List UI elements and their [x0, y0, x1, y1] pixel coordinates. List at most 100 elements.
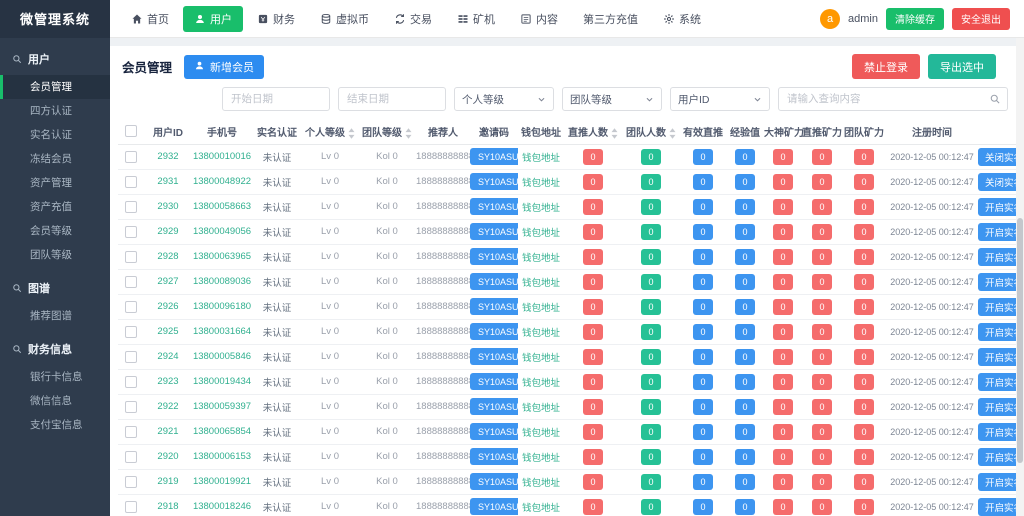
realname-toggle-button[interactable]: 开启实名: [978, 273, 1016, 291]
user-id-link[interactable]: 2922: [157, 401, 178, 412]
phone-link[interactable]: 13800063965: [193, 251, 251, 262]
wallet-address-link[interactable]: 钱包地址: [522, 278, 560, 289]
nav-item-home[interactable]: 首页: [120, 6, 180, 32]
search-icon[interactable]: [989, 92, 1001, 110]
invite-code-badge[interactable]: SY10ASUE: [470, 273, 518, 290]
phone-link[interactable]: 13800031664: [193, 326, 251, 337]
clear-cache-button[interactable]: 清除缓存: [886, 8, 944, 30]
realname-toggle-button[interactable]: 开启实名: [978, 398, 1016, 416]
invite-code-badge[interactable]: SY10ASUE: [470, 248, 518, 265]
row-checkbox[interactable]: [125, 451, 137, 463]
wallet-address-link[interactable]: 钱包地址: [522, 228, 560, 239]
wallet-address-link[interactable]: 钱包地址: [522, 453, 560, 464]
ban-login-button[interactable]: 禁止登录: [852, 54, 920, 79]
user-id-link[interactable]: 2927: [157, 276, 178, 287]
sidebar-section-header-1[interactable]: 图谱: [0, 267, 110, 304]
user-id-link[interactable]: 2924: [157, 351, 178, 362]
column-header[interactable]: 直推人数: [564, 119, 622, 144]
wallet-address-link[interactable]: 钱包地址: [522, 478, 560, 489]
invite-code-badge[interactable]: SY10ASUE: [470, 498, 518, 515]
sidebar-item[interactable]: 微信信息: [0, 389, 110, 413]
realname-toggle-button[interactable]: 开启实名: [978, 223, 1016, 241]
realname-toggle-button[interactable]: 开启实名: [978, 498, 1016, 516]
user-id-link[interactable]: 2918: [157, 501, 178, 512]
user-id-link[interactable]: 2919: [157, 476, 178, 487]
sidebar-item[interactable]: 推荐图谱: [0, 304, 110, 328]
sidebar-section-header-2[interactable]: 财务信息: [0, 328, 110, 365]
row-checkbox[interactable]: [125, 226, 137, 238]
wallet-address-link[interactable]: 钱包地址: [522, 328, 560, 339]
sort-icon[interactable]: [669, 128, 676, 139]
user-id-link[interactable]: 2930: [157, 201, 178, 212]
invite-code-badge[interactable]: SY10ASUE: [470, 373, 518, 390]
nav-item-third-party-recharge[interactable]: 第三方充值: [572, 6, 649, 32]
row-checkbox[interactable]: [125, 376, 137, 388]
user-id-link[interactable]: 2929: [157, 226, 178, 237]
row-checkbox[interactable]: [125, 401, 137, 413]
sort-icon[interactable]: [405, 128, 412, 139]
sidebar-item[interactable]: 四方认证: [0, 99, 110, 123]
avatar[interactable]: a: [820, 9, 840, 29]
phone-link[interactable]: 13800019921: [193, 476, 251, 487]
sort-icon[interactable]: [611, 128, 618, 139]
column-header[interactable]: 团队等级: [358, 119, 416, 144]
sidebar-item[interactable]: 团队等级: [0, 243, 110, 267]
wallet-address-link[interactable]: 钱包地址: [522, 178, 560, 189]
invite-code-badge[interactable]: SY10ASUE: [470, 423, 518, 440]
phone-link[interactable]: 13800010016: [193, 151, 251, 162]
nav-item-finance[interactable]: 财务: [246, 6, 306, 32]
wallet-address-link[interactable]: 钱包地址: [522, 503, 560, 514]
wallet-address-link[interactable]: 钱包地址: [522, 253, 560, 264]
vertical-scrollbar[interactable]: [1016, 38, 1024, 516]
realname-toggle-button[interactable]: 开启实名: [978, 323, 1016, 341]
user-id-link[interactable]: 2928: [157, 251, 178, 262]
phone-link[interactable]: 13800059397: [193, 401, 251, 412]
phone-link[interactable]: 13800048922: [193, 176, 251, 187]
column-header[interactable]: 个人等级: [302, 119, 358, 144]
wallet-address-link[interactable]: 钱包地址: [522, 378, 560, 389]
scrollbar-thumb[interactable]: [1017, 218, 1023, 463]
logout-button[interactable]: 安全退出: [952, 8, 1010, 30]
invite-code-badge[interactable]: SY10ASUE: [470, 448, 518, 465]
user-id-link[interactable]: 2925: [157, 326, 178, 337]
row-checkbox[interactable]: [125, 476, 137, 488]
add-member-button[interactable]: 新增会员: [184, 55, 264, 79]
sidebar-item[interactable]: 支付宝信息: [0, 413, 110, 437]
realname-toggle-button[interactable]: 关闭实名: [978, 148, 1016, 166]
row-checkbox[interactable]: [125, 151, 137, 163]
row-checkbox[interactable]: [125, 501, 137, 513]
realname-toggle-button[interactable]: 开启实名: [978, 348, 1016, 366]
row-checkbox[interactable]: [125, 301, 137, 313]
realname-toggle-button[interactable]: 开启实名: [978, 473, 1016, 491]
phone-link[interactable]: 13800006153: [193, 451, 251, 462]
row-checkbox[interactable]: [125, 276, 137, 288]
user-id-link[interactable]: 2923: [157, 376, 178, 387]
row-checkbox[interactable]: [125, 176, 137, 188]
realname-toggle-button[interactable]: 开启实名: [978, 198, 1016, 216]
sidebar-item[interactable]: 资产管理: [0, 171, 110, 195]
phone-link[interactable]: 13800096180: [193, 301, 251, 312]
sidebar-item[interactable]: 会员等级: [0, 219, 110, 243]
realname-toggle-button[interactable]: 开启实名: [978, 298, 1016, 316]
personal-level-select[interactable]: 个人等级: [454, 87, 554, 111]
row-checkbox[interactable]: [125, 426, 137, 438]
nav-item-system[interactable]: 系统: [652, 6, 712, 32]
phone-link[interactable]: 13800005846: [193, 351, 251, 362]
user-id-link[interactable]: 2931: [157, 176, 178, 187]
export-selected-button[interactable]: 导出选中: [928, 54, 996, 79]
realname-toggle-button[interactable]: 开启实名: [978, 448, 1016, 466]
invite-code-badge[interactable]: SY10ASUE: [470, 148, 518, 165]
row-checkbox[interactable]: [125, 201, 137, 213]
sort-icon[interactable]: [348, 128, 355, 139]
realname-toggle-button[interactable]: 开启实名: [978, 373, 1016, 391]
user-id-link[interactable]: 2921: [157, 426, 178, 437]
invite-code-badge[interactable]: SY10ASUE: [470, 198, 518, 215]
sidebar-section-header-0[interactable]: 用户: [0, 38, 110, 75]
nav-item-trade[interactable]: 交易: [383, 6, 443, 32]
invite-code-badge[interactable]: SY10ASUE: [470, 298, 518, 315]
team-level-select[interactable]: 团队等级: [562, 87, 662, 111]
nav-item-crypto[interactable]: 虚拟币: [309, 6, 380, 32]
phone-link[interactable]: 13800058663: [193, 201, 251, 212]
sidebar-item[interactable]: 会员管理: [0, 75, 110, 99]
realname-toggle-button[interactable]: 开启实名: [978, 423, 1016, 441]
